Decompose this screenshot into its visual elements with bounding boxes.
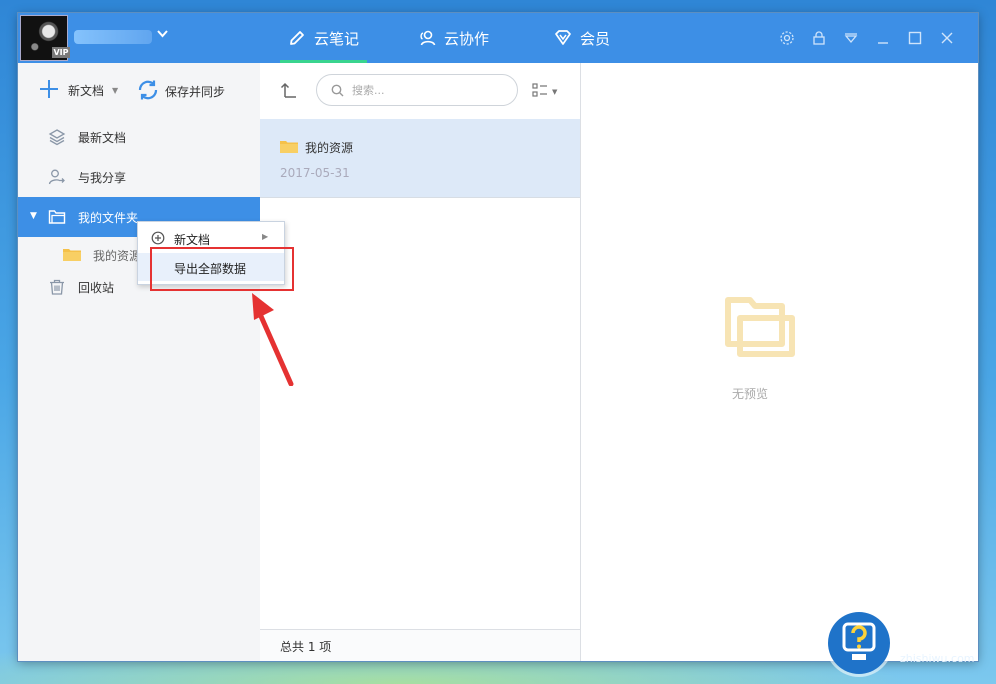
sidebar: 新文档 ▼ 保存并同步 最新文档 与我分享 ▼ 我的文件夹 我的资源 回收站 <box>18 63 261 661</box>
app-window: VIP 云笔记 云协作 会员 新文档 ▼ 保存并同步 最新文档 与我分享 ▼ 我… <box>18 13 978 661</box>
sidebar-item-label: 我的资源 <box>93 249 142 263</box>
new-doc-button[interactable]: 新文档 ▼ <box>38 78 118 103</box>
plus-icon <box>38 78 60 103</box>
people-icon <box>418 29 436 47</box>
diamond-icon <box>554 29 572 47</box>
save-sync-button[interactable]: 保存并同步 <box>136 78 225 105</box>
sidebar-item-label: 最新文档 <box>78 131 127 145</box>
sync-icon <box>136 78 160 105</box>
up-level-icon[interactable] <box>280 81 298 102</box>
chevron-down-icon[interactable] <box>157 27 168 42</box>
add-circle-icon <box>151 231 165 248</box>
save-sync-label: 保存并同步 <box>165 85 226 99</box>
list-item-date: 2017-05-31 <box>280 166 350 180</box>
tab-label: 云笔记 <box>314 29 360 48</box>
view-mode-button[interactable]: ▼ <box>532 82 557 101</box>
empty-preview-folder-icon <box>721 296 801 361</box>
watermark-url: zhishiwu.com <box>900 652 975 665</box>
trash-icon <box>48 278 66 296</box>
item-count: 总共 1 项 <box>280 640 332 654</box>
preview-pane <box>581 63 978 661</box>
folder-icon <box>48 208 66 226</box>
menu-item-label: 新文档 <box>174 233 211 247</box>
tab-label: 会员 <box>580 29 611 48</box>
expand-caret-icon[interactable]: ▼ <box>30 211 37 221</box>
watermark-logo <box>828 612 890 674</box>
caret-down-icon[interactable]: ▼ <box>112 86 118 95</box>
list-view-icon <box>532 82 548 101</box>
tab-label: 云协作 <box>444 29 490 48</box>
pencil-icon <box>288 29 306 47</box>
layers-icon <box>48 128 66 146</box>
tab-cloud-notes[interactable]: 云笔记 <box>279 13 368 63</box>
yellow-folder-icon <box>63 247 81 264</box>
new-doc-label: 新文档 <box>68 84 105 98</box>
submenu-arrow-icon: ▶ <box>262 232 269 241</box>
no-preview-text: 无预览 <box>732 387 769 401</box>
note-list-pane: ▼ 我的资源 2017-05-31 总共 1 项 <box>260 63 581 661</box>
share-user-icon <box>48 168 66 186</box>
list-item-name: 我的资源 <box>305 141 354 155</box>
username-blurred[interactable] <box>74 30 152 44</box>
annotation-highlight-box <box>150 247 294 291</box>
sidebar-toolbar: 新文档 ▼ 保存并同步 <box>18 63 260 115</box>
menu-icon[interactable] <box>842 29 860 47</box>
sidebar-item-label: 我的文件夹 <box>78 211 139 225</box>
caret-down-icon: ▼ <box>552 87 558 96</box>
list-item[interactable]: 我的资源 2017-05-31 <box>260 119 580 198</box>
annotation-arrow-icon <box>252 293 294 386</box>
tab-membership[interactable]: 会员 <box>554 13 610 63</box>
search-input[interactable] <box>350 82 504 98</box>
lock-icon[interactable] <box>810 29 828 47</box>
close-icon[interactable] <box>938 29 956 47</box>
gear-icon[interactable] <box>778 29 796 47</box>
tab-cloud-collab[interactable]: 云协作 <box>418 13 489 63</box>
minimize-icon[interactable] <box>874 29 892 47</box>
sidebar-item-label: 回收站 <box>78 281 115 295</box>
sidebar-item-recent[interactable]: 最新文档 <box>18 117 260 157</box>
yellow-folder-icon <box>280 139 298 156</box>
watermark: 知识屋 zhishiwu.com <box>816 604 996 684</box>
watermark-title: 知识屋 <box>898 625 973 653</box>
title-bar: VIP 云笔记 云协作 会员 <box>18 13 978 63</box>
maximize-icon[interactable] <box>906 29 924 47</box>
search-icon <box>331 84 344 97</box>
vip-badge: VIP <box>52 47 70 58</box>
sidebar-item-shared[interactable]: 与我分享 <box>18 157 260 197</box>
list-footer: 总共 1 项 <box>260 629 580 661</box>
sidebar-item-label: 与我分享 <box>78 171 127 185</box>
search-box[interactable] <box>316 74 518 106</box>
